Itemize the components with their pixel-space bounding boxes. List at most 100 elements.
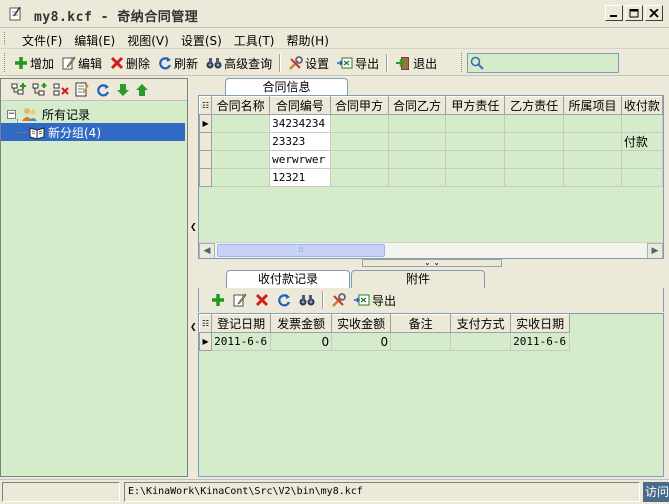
- refresh-button[interactable]: 刷新: [154, 53, 202, 73]
- menu-view[interactable]: 视图(V): [121, 31, 175, 50]
- table-cell[interactable]: 34234234: [269, 114, 331, 133]
- table-cell[interactable]: [504, 150, 564, 169]
- export-button[interactable]: 导出: [333, 53, 383, 73]
- close-button[interactable]: [645, 5, 663, 21]
- search-input[interactable]: [467, 53, 619, 73]
- table-cell[interactable]: [445, 114, 506, 133]
- maximize-button[interactable]: [625, 5, 643, 21]
- table-cell[interactable]: 2011-6-6: [510, 332, 571, 351]
- vertical-splitter[interactable]: ❮ ❮: [189, 78, 197, 477]
- add-subgroup-icon[interactable]: [32, 82, 48, 98]
- table-cell[interactable]: 0: [270, 332, 333, 351]
- payment-delete-button[interactable]: [251, 290, 273, 310]
- column-header[interactable]: 发票金额: [270, 314, 333, 333]
- horizontal-scrollbar[interactable]: ◀ ⦙⦙⦙ ▶: [199, 242, 663, 258]
- table-cell[interactable]: [562, 150, 622, 169]
- table-cell[interactable]: [620, 150, 663, 169]
- payment-export-button[interactable]: 导出: [350, 290, 400, 310]
- menu-tools[interactable]: 工具(T): [228, 31, 281, 50]
- payment-add-button[interactable]: [207, 290, 229, 310]
- table-cell[interactable]: [445, 168, 506, 187]
- column-header[interactable]: 收付款: [620, 96, 663, 115]
- scroll-right-button[interactable]: ▶: [647, 243, 663, 258]
- table-cell[interactable]: [211, 114, 271, 133]
- menu-file[interactable]: 文件(F): [16, 31, 68, 50]
- column-header[interactable]: 甲方责任: [445, 96, 506, 115]
- tree-refresh-icon[interactable]: [95, 82, 111, 98]
- column-header[interactable]: 合同编号: [269, 96, 331, 115]
- table-cell[interactable]: [504, 132, 564, 151]
- table-cell[interactable]: [390, 332, 452, 351]
- move-up-icon[interactable]: [135, 83, 149, 97]
- delete-button[interactable]: 删除: [106, 53, 154, 73]
- menu-settings[interactable]: 设置(S): [175, 31, 228, 50]
- menu-edit[interactable]: 编辑(E): [68, 31, 121, 50]
- tab-attachments[interactable]: 附件: [351, 270, 485, 288]
- table-cell[interactable]: [620, 114, 663, 133]
- table-cell[interactable]: [387, 114, 447, 133]
- collapse-left-icon[interactable]: ❮: [190, 222, 197, 231]
- table-row[interactable]: ▶ 2011-6-6 0 0 2011-6-6: [199, 332, 571, 351]
- payment-search-button[interactable]: [295, 290, 319, 310]
- table-cell[interactable]: [329, 114, 389, 133]
- table-row[interactable]: 12321: [199, 168, 663, 187]
- table-cell[interactable]: [562, 114, 622, 133]
- group-properties-icon[interactable]: [74, 82, 90, 98]
- column-header[interactable]: 合同名称: [211, 96, 271, 115]
- table-cell[interactable]: [445, 150, 506, 169]
- minimize-button[interactable]: [605, 5, 623, 21]
- tree-node-all-records[interactable]: − 所有记录: [7, 105, 185, 123]
- column-header[interactable]: 备注: [390, 314, 452, 333]
- tab-contract-info[interactable]: 合同信息: [225, 78, 348, 96]
- column-header[interactable]: 实收日期: [510, 314, 571, 333]
- table-cell[interactable]: [387, 150, 447, 169]
- menu-help[interactable]: 帮助(H): [281, 31, 335, 50]
- advanced-search-button[interactable]: 高级查询: [202, 53, 276, 73]
- table-cell[interactable]: 23323: [269, 132, 331, 151]
- delete-group-icon[interactable]: [53, 82, 69, 98]
- tab-payment-records[interactable]: 收付款记录: [226, 270, 350, 288]
- column-header[interactable]: 实收金额: [331, 314, 392, 333]
- payment-settings-button[interactable]: [327, 290, 350, 310]
- table-cell[interactable]: [562, 132, 622, 151]
- scroll-thumb[interactable]: ⦙⦙⦙: [217, 244, 385, 257]
- column-header[interactable]: 支付方式: [450, 314, 512, 333]
- payment-refresh-button[interactable]: [273, 290, 295, 310]
- table-cell[interactable]: [329, 168, 389, 187]
- collapse-left-icon[interactable]: ❮: [190, 322, 197, 331]
- column-header[interactable]: 合同甲方: [329, 96, 389, 115]
- column-header[interactable]: 乙方责任: [504, 96, 564, 115]
- table-cell[interactable]: [445, 132, 506, 151]
- column-header[interactable]: 登记日期: [211, 314, 272, 333]
- table-cell[interactable]: [329, 150, 389, 169]
- table-cell[interactable]: [620, 168, 663, 187]
- table-cell[interactable]: werwrwer: [269, 150, 331, 169]
- table-cell[interactable]: 12321: [269, 168, 331, 187]
- add-group-icon[interactable]: [11, 82, 27, 98]
- column-header[interactable]: 所属项目: [562, 96, 622, 115]
- collapse-toggle[interactable]: −: [7, 109, 16, 119]
- table-cell[interactable]: [562, 168, 622, 187]
- table-cell[interactable]: [211, 150, 271, 169]
- table-cell[interactable]: [387, 168, 447, 187]
- table-cell[interactable]: 付款: [620, 132, 663, 151]
- table-cell[interactable]: [211, 168, 271, 187]
- settings-button[interactable]: 设置: [284, 53, 333, 73]
- table-row[interactable]: 23323 付款: [199, 132, 663, 151]
- table-cell[interactable]: [211, 132, 271, 151]
- table-cell[interactable]: [504, 168, 564, 187]
- column-header[interactable]: 合同乙方: [387, 96, 447, 115]
- add-button[interactable]: 增加: [10, 53, 58, 73]
- search-grip[interactable]: [461, 53, 464, 72]
- table-cell[interactable]: [504, 114, 564, 133]
- edit-button[interactable]: 编辑: [58, 53, 106, 73]
- table-cell[interactable]: [387, 132, 447, 151]
- payment-edit-button[interactable]: [229, 290, 251, 310]
- toolbar-grip[interactable]: [4, 53, 7, 72]
- table-cell[interactable]: 0: [331, 332, 392, 351]
- move-down-icon[interactable]: [116, 83, 130, 97]
- menu-grip[interactable]: [4, 32, 7, 45]
- horizontal-splitter[interactable]: ⌄ ⌄: [362, 259, 502, 267]
- tree-node-new-group[interactable]: 新分组(4): [1, 123, 185, 141]
- table-cell[interactable]: [450, 332, 512, 351]
